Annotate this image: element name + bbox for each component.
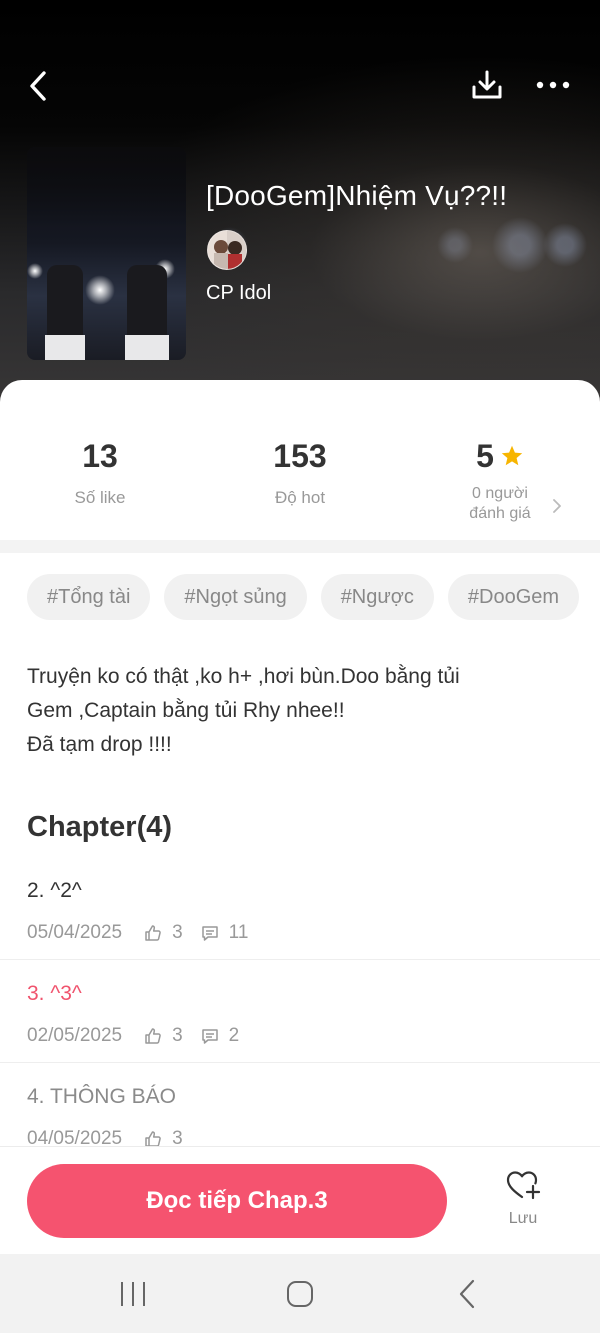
book-header: [DooGem]Nhiệm Vụ??!! CP Idol <box>0 0 600 420</box>
book-title: [DooGem]Nhiệm Vụ??!! <box>206 180 508 211</box>
tag-chip[interactable]: #Ngọt sủng <box>164 574 307 620</box>
save-button[interactable]: Lưu <box>495 1169 551 1228</box>
download-button[interactable] <box>466 64 508 106</box>
chapter-comments: 11 <box>228 922 249 943</box>
heart-plus-icon <box>506 1171 541 1200</box>
chapter-item[interactable]: 3. ^3^ 02/05/2025 3 2 <box>0 960 600 1063</box>
chapter-likes: 3 <box>172 922 183 943</box>
system-back-button[interactable] <box>448 1274 488 1314</box>
description-line: Truyện ko có thật ,ko h+ ,hơi bùn.Doo bằ… <box>27 665 460 688</box>
more-horizontal-icon <box>536 81 570 89</box>
recent-apps-button[interactable] <box>113 1274 153 1314</box>
system-navigation-bar <box>0 1254 600 1333</box>
download-icon <box>472 70 502 99</box>
bottom-action-bar: Đọc tiếp Chap.3 Lưu <box>0 1146 600 1254</box>
stat-likes: 13 Số like <box>0 438 200 508</box>
author-avatar[interactable] <box>207 230 247 270</box>
comment-icon <box>201 1027 219 1045</box>
recent-apps-icon <box>121 1282 145 1306</box>
tag-list: #Tổng tài #Ngọt sủng #Ngược #DooGem <box>27 574 580 620</box>
stat-rating[interactable]: 5 0 người đánh giá <box>400 438 600 524</box>
chapter-list-heading: Chapter(4) <box>27 811 173 843</box>
book-description: Truyện ko có thật ,ko h+ ,hơi bùn.Doo bằ… <box>27 660 577 762</box>
tag-chip[interactable]: #DooGem <box>447 574 580 620</box>
hot-count: 153 <box>273 438 327 474</box>
chapter-title: 4. THÔNG BÁO <box>27 1085 176 1108</box>
continue-reading-button[interactable]: Đọc tiếp Chap.3 <box>27 1164 447 1238</box>
likes-label: Số like <box>74 488 126 507</box>
author-name[interactable]: CP Idol <box>206 282 271 305</box>
tag-chip[interactable]: #Ngược <box>320 574 434 620</box>
back-button[interactable] <box>18 66 58 106</box>
thumbs-up-icon <box>144 924 162 942</box>
thumbs-up-icon <box>144 1027 162 1045</box>
description-line: Đã tạm drop !!!! <box>27 733 172 756</box>
chapter-title: 2. ^2^ <box>27 879 82 902</box>
description-line: Gem ,Captain bằng tủi Rhy nhee!! <box>27 699 345 722</box>
stats-card: 13 Số like 153 Độ hot 5 0 người đánh giá <box>0 380 600 540</box>
comment-icon <box>201 924 219 942</box>
stat-hot: 153 Độ hot <box>200 438 400 508</box>
avatar-image <box>214 240 242 269</box>
book-cover <box>27 147 186 360</box>
back-arrow-icon <box>459 1279 475 1309</box>
hot-label: Độ hot <box>274 488 326 507</box>
chapter-likes: 3 <box>172 1025 183 1046</box>
home-button[interactable] <box>280 1274 320 1314</box>
chapter-title: 3. ^3^ <box>27 982 82 1005</box>
save-label: Lưu <box>508 1210 538 1227</box>
more-button[interactable] <box>532 64 574 106</box>
raters-count: 0 người <box>472 485 528 502</box>
star-icon <box>501 445 523 466</box>
chevron-left-icon <box>30 71 46 101</box>
rating-chevron-icon[interactable] <box>551 497 563 520</box>
chapter-date: 05/04/2025 <box>27 922 123 943</box>
tag-chip[interactable]: #Tổng tài <box>27 574 151 620</box>
home-icon <box>287 1281 313 1307</box>
likes-count: 13 <box>82 438 118 474</box>
raters-label: đánh giá <box>469 505 531 522</box>
chapter-item[interactable]: 2. ^2^ 05/04/2025 3 11 <box>0 857 600 960</box>
chapter-date: 02/05/2025 <box>27 1025 123 1046</box>
chapter-comments: 2 <box>228 1025 240 1046</box>
rating-value: 5 <box>476 438 494 474</box>
